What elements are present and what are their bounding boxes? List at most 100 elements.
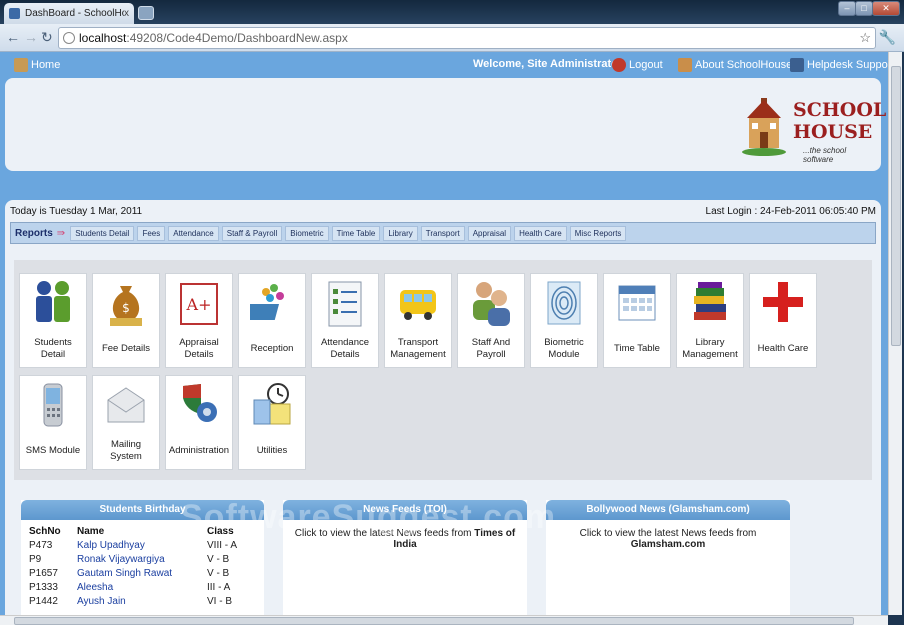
name-link[interactable]: Gautam Singh Rawat	[73, 566, 203, 580]
scroll-thumb[interactable]	[891, 66, 901, 346]
module-biometric[interactable]: Biometric Module	[530, 273, 598, 368]
address-bar[interactable]: localhost :49208/Code4Demo/DashboardNew.…	[58, 27, 876, 49]
schno-cell: P473	[29, 539, 53, 551]
class-cell: V - B	[207, 553, 230, 565]
report-link-staff-payroll[interactable]: Staff & Payroll	[221, 225, 283, 241]
helpdesk-link[interactable]: Helpdesk Support	[790, 58, 888, 72]
forward-icon[interactable]: →	[24, 29, 38, 45]
about-link[interactable]: About SchoolHouse	[678, 58, 792, 72]
maximize-button[interactable]: □	[855, 1, 873, 16]
dashboard-content: Today is Tuesday 1 Mar, 2011 Last Login …	[5, 200, 881, 615]
schoolhouse-icon	[742, 98, 786, 156]
bollywood-feed-link[interactable]: Click to view the latest News feeds from…	[546, 528, 790, 550]
module-label: Mailing System	[110, 438, 142, 462]
report-link-health-care[interactable]: Health Care	[514, 225, 567, 241]
name-link[interactable]: Ayush Jain	[73, 594, 203, 608]
module-health-care[interactable]: Health Care	[749, 273, 817, 368]
fingerprint-icon	[547, 281, 581, 325]
wrench-icon[interactable]: 🔧	[879, 29, 896, 46]
browser-tab[interactable]: DashBoard - SchoolHouse x	[4, 3, 134, 24]
watermark: SoftwareSuggest.com	[180, 498, 557, 536]
today-date: Today is Tuesday 1 Mar, 2011	[10, 206, 143, 217]
class-cell: VIII - A	[207, 539, 238, 551]
back-icon[interactable]: ←	[6, 29, 20, 45]
vertical-scrollbar[interactable]	[888, 52, 902, 615]
reports-arrow-icon: ⇛	[56, 227, 66, 239]
phone-icon	[43, 383, 63, 427]
schno-cell: P1657	[29, 567, 58, 579]
last-login: Last Login : 24-Feb-2011 06:05:40 PM	[705, 206, 876, 217]
helpdesk-label: Helpdesk Support	[807, 59, 888, 71]
module-label: Fee Details	[101, 342, 151, 354]
class-cell: VI - B	[207, 595, 233, 607]
header-banner: SCHOOL HOUSE ...the school software	[5, 78, 886, 171]
svg-text:A+: A+	[186, 295, 212, 314]
module-label: Administration	[168, 444, 230, 456]
logout-label: Logout	[629, 59, 663, 71]
name-link[interactable]: Ronak Vijaywargiya	[73, 552, 203, 566]
report-link-fees[interactable]: Fees	[137, 225, 166, 241]
report-link-transport[interactable]: Transport	[420, 225, 465, 241]
report-link-misc[interactable]: Misc Reports	[569, 225, 627, 241]
module-reception[interactable]: Reception	[238, 273, 306, 368]
name-link[interactable]: Kalp Upadhyay	[73, 538, 203, 552]
welcome-text: Welcome, Site Administrator	[473, 58, 622, 70]
module-label: Health Care	[757, 342, 809, 354]
staff-icon	[473, 282, 510, 326]
grade-icon: A+	[180, 283, 218, 325]
bollywood-panel: Bollywood News (Glamsham.com) Click to v…	[546, 500, 790, 615]
home-icon	[14, 58, 28, 72]
module-sms[interactable]: SMS Module	[19, 375, 87, 470]
report-link-biometric[interactable]: Biometric	[285, 225, 329, 241]
logout-link[interactable]: Logout	[612, 58, 663, 72]
table-row: P1333 Aleesha III - A	[25, 580, 241, 594]
welcome-label: Welcome, Site Administrator	[473, 58, 623, 70]
class-cell: V - B	[207, 567, 230, 579]
minimize-button[interactable]: –	[838, 1, 856, 16]
tab-title: DashBoard - SchoolHouse	[25, 8, 124, 19]
module-transport-management[interactable]: Transport Management	[384, 273, 452, 368]
url-path: :49208/Code4Demo/DashboardNew.aspx	[126, 31, 348, 45]
table-row: P1657 Gautam Singh Rawat V - B	[25, 566, 241, 580]
close-window-button[interactable]: ✕	[872, 1, 900, 16]
reload-icon[interactable]: ↻	[41, 29, 53, 46]
module-label: Reception	[250, 342, 294, 354]
report-link-attendance[interactable]: Attendance	[168, 225, 219, 241]
report-link-appraisal[interactable]: Appraisal	[467, 225, 512, 241]
schno-cell: P9	[29, 553, 42, 565]
new-tab-button[interactable]	[138, 6, 154, 20]
module-time-table[interactable]: Time Table	[603, 273, 671, 368]
report-link-time-table[interactable]: Time Table	[331, 225, 381, 241]
tab-close-icon[interactable]: x	[124, 8, 129, 19]
name-link[interactable]: Aleesha	[73, 580, 203, 594]
scroll-thumb[interactable]	[14, 617, 854, 625]
page-icon	[63, 32, 75, 44]
module-label: Staff And Payroll	[471, 336, 511, 360]
module-mailing-system[interactable]: Mailing System	[92, 375, 160, 470]
top-nav: Home Welcome, Site Administrator Logout …	[0, 52, 888, 78]
table-row: P473 Kalp Upadhyay VIII - A	[25, 538, 241, 552]
module-administration[interactable]: Administration	[165, 375, 233, 470]
logo-line1: SCHOOL	[793, 99, 887, 121]
url-host: localhost	[79, 31, 127, 45]
module-label: Attendance Details	[320, 336, 370, 360]
utilities-icon	[253, 383, 291, 425]
money-bag-icon: $	[110, 286, 142, 326]
module-students-detail[interactable]: Students Detail	[19, 273, 87, 368]
module-label: SMS Module	[25, 444, 81, 456]
table-row: P1442 Ayush Jain VI - B	[25, 594, 241, 608]
bookmark-star-icon[interactable]: ☆	[859, 30, 871, 46]
module-appraisal-details[interactable]: A+ Appraisal Details	[165, 273, 233, 368]
module-utilities[interactable]: Utilities	[238, 375, 306, 470]
horizontal-scrollbar[interactable]	[0, 615, 888, 625]
report-link-library[interactable]: Library	[383, 225, 418, 241]
module-label: Students Detail	[34, 336, 72, 360]
module-staff-and-payroll[interactable]: Staff And Payroll	[457, 273, 525, 368]
module-library-management[interactable]: Library Management	[676, 273, 744, 368]
module-fee-details[interactable]: $ Fee Details	[92, 273, 160, 368]
home-link[interactable]: Home	[14, 58, 60, 72]
bus-icon	[400, 290, 436, 320]
report-link-students[interactable]: Students Detail	[70, 225, 135, 241]
reports-label: Reports	[15, 227, 53, 239]
module-attendance-details[interactable]: Attendance Details	[311, 273, 379, 368]
